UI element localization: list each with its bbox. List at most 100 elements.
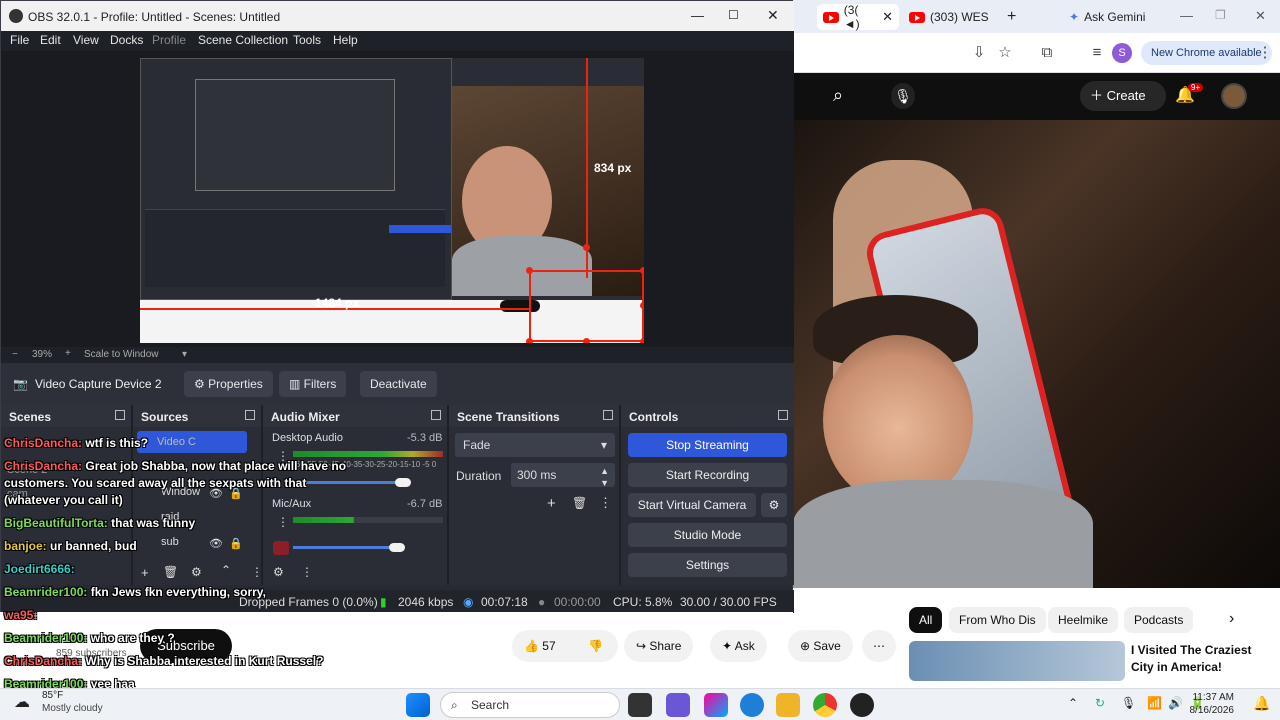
clock[interactable]: 11:37 AM 8/16/2026	[1190, 691, 1235, 717]
sync-icon[interactable]: ↻	[1095, 696, 1105, 710]
chevron-right-icon[interactable]: ›	[1229, 610, 1234, 628]
chrome-tab-gemini[interactable]: ✦ Ask Gemini	[1063, 4, 1173, 30]
virtual-camera-settings-gear-icon[interactable]: ⚙	[761, 493, 787, 517]
volume-icon[interactable]: 🔊	[1168, 696, 1183, 710]
zoom-in-icon[interactable]: +	[65, 348, 71, 359]
obs-icon[interactable]	[850, 693, 874, 717]
mixer-settings-icon[interactable]: ⚙	[273, 565, 284, 579]
dock-undock-icon[interactable]	[778, 410, 788, 420]
wifi-icon[interactable]: 📶	[1147, 696, 1162, 710]
studio-mode-button[interactable]: Studio Mode	[628, 523, 787, 547]
volume-slider-knob[interactable]	[389, 543, 405, 552]
menu-profile[interactable]: Profile	[152, 33, 186, 47]
properties-button[interactable]: ⚙ Properties	[184, 371, 273, 397]
new-tab-plus-icon[interactable]: +	[1001, 4, 1016, 30]
volume-slider-track[interactable]	[293, 481, 403, 484]
move-up-icon[interactable]: ⌃	[221, 563, 231, 577]
more-icon[interactable]: ⋮	[251, 565, 263, 579]
chip-from-who-dis[interactable]: From Who Dis	[949, 607, 1046, 633]
source-settings-icon[interactable]: ⚙	[191, 565, 202, 579]
minimize-icon[interactable]: —	[691, 8, 704, 23]
update-chrome-pill[interactable]: New Chrome available	[1141, 41, 1272, 65]
chip-heelmike[interactable]: Heelmike	[1048, 607, 1119, 633]
menu-file[interactable]: File	[10, 33, 29, 47]
chrome-icon[interactable]	[813, 693, 837, 717]
chrome-tab-youtube-1[interactable]: (3( ◄) ✕	[817, 3, 899, 31]
remove-transition-icon[interactable]: 🗑	[572, 496, 587, 510]
start-windows-icon[interactable]	[406, 693, 430, 717]
like-dislike-group[interactable]: 👍 57 👎	[512, 630, 618, 662]
menu-scene-collection[interactable]: Scene Collection	[198, 33, 288, 47]
chevron-up-icon[interactable]: ⌃	[1068, 696, 1078, 710]
transition-select[interactable]: Fade ▾	[455, 433, 615, 457]
more-actions-icon[interactable]: ⋯	[862, 630, 896, 662]
bookmark-star-icon[interactable]: ☆	[995, 43, 1015, 63]
chip-podcasts[interactable]: Podcasts	[1124, 607, 1194, 633]
menu-docks[interactable]: Docks	[110, 33, 143, 47]
copilot-icon[interactable]	[704, 693, 728, 717]
install-icon[interactable]: ⇩	[969, 43, 989, 63]
deactivate-button[interactable]: Deactivate	[360, 371, 437, 397]
dock-undock-icon[interactable]	[603, 410, 613, 420]
resize-handle[interactable]	[526, 267, 533, 274]
eye-icon[interactable]: 👁	[209, 537, 223, 550]
search-icon[interactable]: ⌕	[833, 85, 843, 106]
file-explorer-icon[interactable]	[776, 693, 800, 717]
recommended-title-line-2[interactable]: City in America!	[1131, 660, 1222, 674]
notifications-icon[interactable]: 🔔	[1253, 695, 1270, 712]
add-source-icon[interactable]: +	[141, 565, 149, 580]
weather-icon[interactable]: ☁	[14, 692, 30, 712]
start-virtual-camera-button[interactable]: Start Virtual Camera	[628, 493, 756, 517]
scale-mode[interactable]: Scale to Window	[84, 349, 158, 360]
source-item[interactable]: Video C	[157, 431, 196, 453]
minimize-icon[interactable]: —	[1180, 8, 1193, 23]
ask-button[interactable]: ✦ Ask	[710, 630, 767, 662]
stepper-down-icon[interactable]: ▼	[600, 471, 609, 495]
menu-tools[interactable]: Tools	[293, 33, 321, 47]
recommended-thumbnail[interactable]	[909, 641, 1125, 681]
resize-handle[interactable]	[640, 267, 644, 274]
zoom-out-icon[interactable]: −	[12, 349, 18, 360]
thumbs-down-icon[interactable]: 👎	[588, 630, 603, 662]
maximize-icon[interactable]: ❐	[1215, 8, 1226, 22]
weather-desc[interactable]: Mostly cloudy	[42, 703, 103, 714]
start-recording-button[interactable]: Start Recording	[628, 463, 787, 487]
source-item[interactable]: sub	[161, 531, 179, 553]
microphone-icon[interactable]: 🎙	[891, 83, 915, 109]
preview-area[interactable]: 834 px 1484 px	[1, 51, 794, 347]
dock-undock-icon[interactable]	[115, 410, 125, 420]
chrome-menu-icon[interactable]: ⋮	[1255, 43, 1275, 63]
mixer-menu-icon[interactable]: ⋮	[301, 565, 313, 579]
recommended-title-line-1[interactable]: I Visited The Craziest	[1131, 643, 1252, 657]
selection-box[interactable]	[529, 270, 644, 342]
save-button[interactable]: ⊕ Save	[788, 630, 853, 662]
chrome-tab-youtube-2[interactable]: (303) WES	[903, 4, 999, 30]
lock-icon[interactable]: 🔒	[229, 537, 243, 550]
avatar[interactable]	[1221, 83, 1247, 109]
settings-button[interactable]: Settings	[628, 553, 787, 577]
resize-handle[interactable]	[583, 338, 590, 343]
dock-undock-icon[interactable]	[431, 410, 441, 420]
menu-help[interactable]: Help	[333, 33, 358, 47]
preview-canvas[interactable]: 834 px 1484 px	[140, 58, 644, 343]
volume-slider-track[interactable]	[293, 546, 399, 549]
microphone-icon[interactable]: 🎙	[1121, 696, 1136, 710]
mute-icon[interactable]	[273, 541, 289, 555]
duration-input[interactable]: 300 ms ▲ ▼	[511, 463, 615, 488]
youtube-video-player[interactable]	[793, 120, 1280, 588]
remove-source-icon[interactable]: 🗑	[163, 565, 178, 579]
menu-edit[interactable]: Edit	[40, 33, 61, 47]
filters-button[interactable]: ▥ Filters	[279, 371, 347, 397]
add-transition-icon[interactable]: +	[547, 495, 556, 512]
mixer-more-icon[interactable]: ⋮	[277, 515, 289, 529]
stop-streaming-button[interactable]: Stop Streaming	[628, 433, 787, 457]
task-view-icon[interactable]	[628, 693, 652, 717]
menu-view[interactable]: View	[73, 33, 99, 47]
close-window-icon[interactable]: ✕	[1255, 8, 1266, 24]
close-icon[interactable]: ✕	[882, 9, 893, 25]
dock-undock-icon[interactable]	[245, 410, 255, 420]
weather-temp[interactable]: 85°F	[42, 690, 63, 701]
close-icon[interactable]: ✕	[767, 7, 779, 24]
reading-list-icon[interactable]: ≡	[1087, 43, 1107, 63]
resize-handle[interactable]	[526, 338, 533, 343]
